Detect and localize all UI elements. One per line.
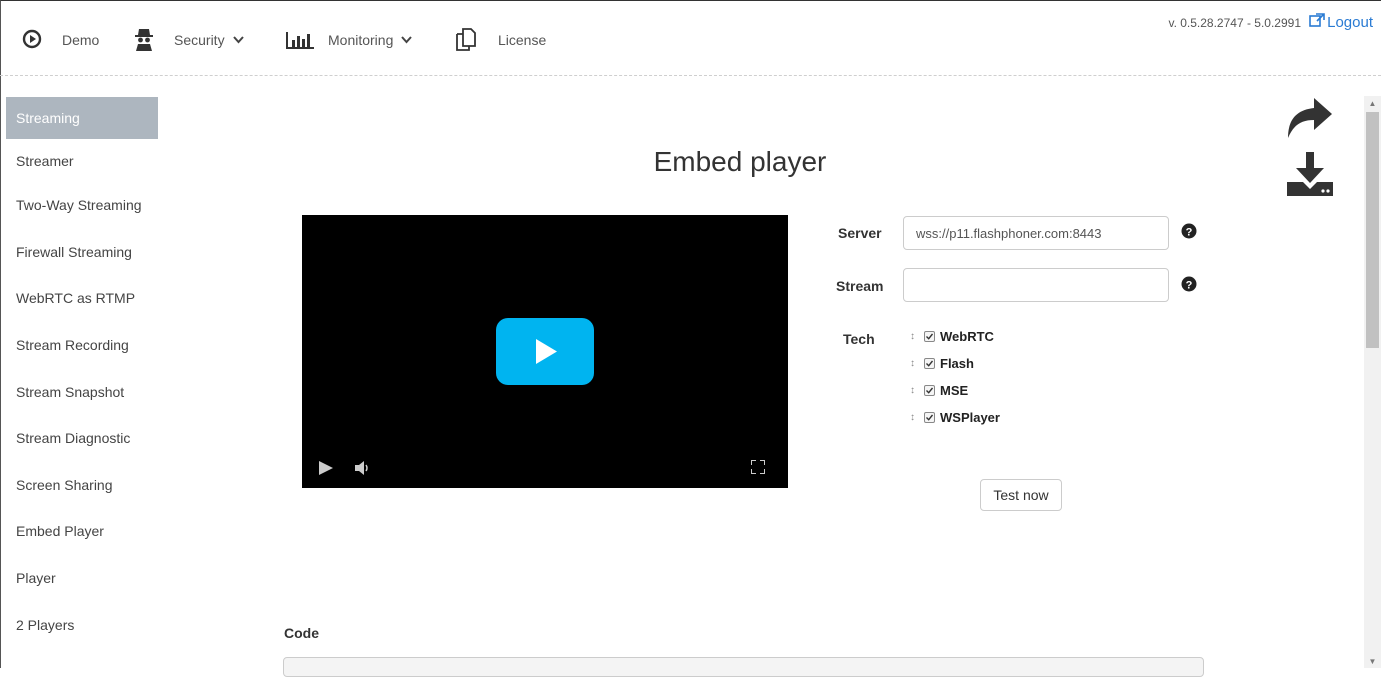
play-circle-icon — [22, 29, 42, 52]
sidebar-item-streaming[interactable]: Streaming — [6, 97, 158, 139]
drag-handle-icon[interactable]: ↕ — [910, 331, 924, 342]
sidebar-item-label: Embed Player — [16, 523, 104, 540]
test-now-button[interactable]: Test now — [980, 479, 1062, 511]
sidebar-item-label: Firewall Streaming — [16, 243, 132, 260]
vertical-scrollbar[interactable]: ▲ ▼ — [1364, 96, 1381, 668]
nav-demo-label: Demo — [62, 32, 100, 48]
play-control-icon[interactable] — [318, 461, 334, 480]
volume-icon[interactable] — [355, 461, 371, 480]
svg-text:?: ? — [1186, 279, 1193, 291]
share-arrow-icon[interactable] — [1284, 96, 1334, 145]
chevron-down-icon — [232, 33, 244, 47]
sidebar-item-label: WebRTC as RTMP — [16, 290, 136, 307]
nav-license-label: License — [498, 32, 547, 48]
tech-option-webrtc[interactable]: ↕ WebRTC — [910, 323, 1000, 350]
spy-icon — [134, 27, 154, 54]
sidebar-item-two-way-streaming[interactable]: Two-Way Streaming — [0, 182, 158, 229]
sidebar-item-label: Streaming — [16, 110, 80, 126]
tech-list: ↕ WebRTC ↕ Flash ↕ MSE ↕ WSPlayer — [910, 323, 1000, 431]
chevron-down-icon — [401, 33, 413, 47]
sidebar: Streaming Streamer Two-Way Streaming Fir… — [0, 97, 158, 648]
tech-option-wsplayer[interactable]: ↕ WSPlayer — [910, 404, 1000, 431]
checkbox[interactable] — [924, 358, 935, 369]
tech-option-label: WebRTC — [940, 329, 994, 344]
sidebar-item-firewall-streaming[interactable]: Firewall Streaming — [0, 229, 158, 276]
scroll-down-arrow-icon[interactable]: ▼ — [1364, 654, 1381, 668]
sidebar-item-label: Stream Diagnostic — [16, 430, 131, 447]
sidebar-item-webrtc-as-rtmp[interactable]: WebRTC as RTMP — [0, 275, 158, 322]
logout-label: Logout — [1327, 13, 1373, 31]
drag-handle-icon[interactable]: ↕ — [910, 358, 924, 369]
nav-security[interactable]: Security — [134, 26, 244, 54]
tech-label: Tech — [843, 331, 875, 347]
sidebar-item-screen-sharing[interactable]: Screen Sharing — [0, 462, 158, 509]
page-title: Embed player — [653, 146, 827, 177]
nav-monitoring[interactable]: Monitoring — [286, 26, 413, 54]
top-nav: Demo Security Monitoring License v. 0.5.… — [0, 0, 1381, 76]
sidebar-item-streamer[interactable]: Streamer — [0, 139, 158, 182]
stream-label: Stream — [836, 278, 884, 294]
tech-option-label: MSE — [940, 383, 969, 398]
tech-option-label: WSPlayer — [940, 410, 1000, 425]
sidebar-item-label: Streamer — [16, 152, 74, 169]
sidebar-item-label: 2 Players — [16, 616, 75, 633]
nav-monitoring-label: Monitoring — [328, 32, 394, 48]
sidebar-item-label: Stream Snapshot — [16, 383, 125, 400]
sidebar-item-embed-player[interactable]: Embed Player — [0, 508, 158, 555]
sidebar-item-label: Player — [16, 570, 56, 587]
checkbox[interactable] — [924, 385, 935, 396]
code-label: Code — [284, 625, 319, 641]
svg-text:?: ? — [1186, 226, 1193, 238]
nav-demo[interactable]: Demo — [22, 26, 99, 54]
download-icon[interactable] — [1287, 152, 1333, 201]
sidebar-item-2-players[interactable]: 2 Players — [0, 601, 158, 648]
drag-handle-icon[interactable]: ↕ — [910, 412, 924, 423]
bar-chart-icon — [286, 28, 314, 53]
sidebar-item-label: Screen Sharing — [16, 476, 113, 493]
code-textarea[interactable] — [283, 657, 1204, 677]
sidebar-item-stream-diagnostic[interactable]: Stream Diagnostic — [0, 415, 158, 462]
nav-security-label: Security — [174, 32, 225, 48]
nav-license[interactable]: License — [454, 26, 546, 54]
drag-handle-icon[interactable]: ↕ — [910, 385, 924, 396]
server-input[interactable]: wss://p11.flashphoner.com:8443 — [903, 216, 1169, 250]
server-label: Server — [838, 225, 882, 241]
external-link-icon — [1309, 13, 1327, 31]
big-play-button[interactable] — [496, 318, 594, 385]
question-circle-icon[interactable]: ? — [1181, 223, 1197, 244]
stream-input[interactable] — [903, 268, 1169, 302]
checkbox[interactable] — [924, 331, 935, 342]
sidebar-item-stream-recording[interactable]: Stream Recording — [0, 322, 158, 369]
play-icon — [536, 339, 557, 364]
scrollbar-thumb[interactable] — [1366, 112, 1379, 348]
documents-icon — [454, 26, 484, 55]
tech-option-mse[interactable]: ↕ MSE — [910, 377, 1000, 404]
sidebar-item-label: Stream Recording — [16, 337, 129, 354]
logout-link[interactable]: Logout — [1309, 13, 1373, 31]
sidebar-item-label: Two-Way Streaming — [16, 197, 142, 214]
question-circle-icon[interactable]: ? — [1181, 276, 1197, 297]
sidebar-item-player[interactable]: Player — [0, 555, 158, 602]
scroll-up-arrow-icon[interactable]: ▲ — [1364, 96, 1381, 110]
fullscreen-icon[interactable] — [750, 459, 766, 479]
sidebar-item-stream-snapshot[interactable]: Stream Snapshot — [0, 368, 158, 415]
tech-option-label: Flash — [940, 356, 974, 371]
version-text: v. 0.5.28.2747 - 5.0.2991 — [1168, 16, 1301, 30]
video-player[interactable] — [302, 215, 788, 488]
checkbox[interactable] — [924, 412, 935, 423]
tech-option-flash[interactable]: ↕ Flash — [910, 350, 1000, 377]
